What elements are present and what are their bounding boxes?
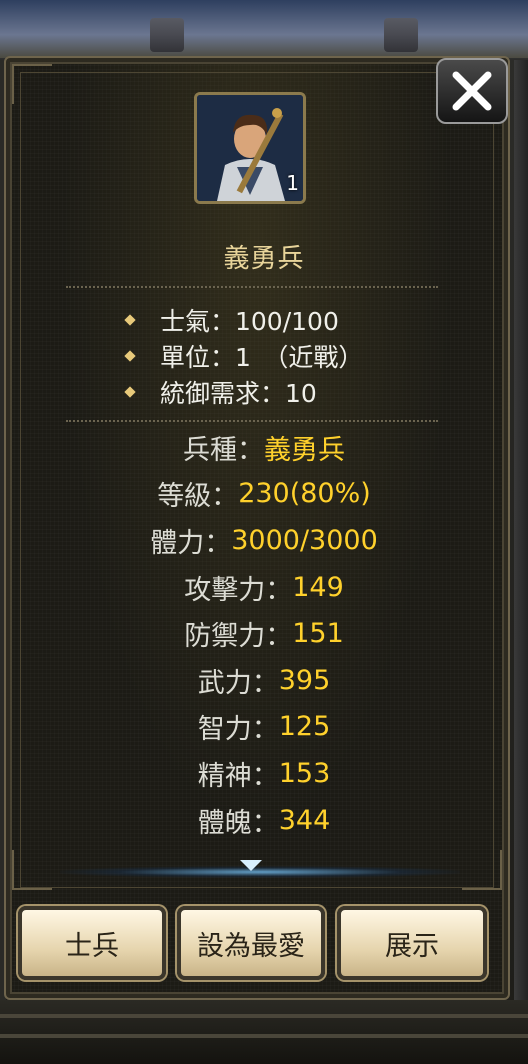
stat-row-level: 等級： 230(80%) [0,471,528,518]
unit-portrait: 1 [194,92,306,204]
stat-label: 防禦力： [184,621,293,653]
stat-value: 230(80%) [238,478,371,510]
diamond-bullet-icon [124,350,136,362]
stat-label: 體魄： [197,807,279,839]
stat-row-intelligence: 智力： 125 [0,704,528,751]
stat-row-attack: 攻擊力： 149 [0,564,528,611]
stat-value: 153 [278,757,331,789]
stat-label: 精神： [197,760,279,792]
info-morale-text: 士氣：100/100 [160,307,339,336]
close-icon [452,71,492,111]
divider [66,286,438,288]
stat-row-strength: 武力： 395 [0,657,528,704]
corner-ornament [12,850,52,890]
diamond-bullet-icon [124,314,136,326]
unit-name-title: 義勇兵 [223,244,305,274]
stat-row-type: 兵種： 義勇兵 [0,424,528,471]
stat-label: 兵種： [183,434,264,466]
info-unit-text: 單位：1 （近戰） [160,343,364,372]
corner-ornament [462,850,502,890]
stat-value: 125 [278,711,331,743]
stat-row-hp: 體力： 3000/3000 [0,517,528,564]
background-sky [0,0,528,58]
stat-row-spirit: 精神： 153 [0,750,528,797]
stat-value: 3000/3000 [231,524,378,556]
stat-label: 攻擊力： [184,574,293,606]
show-button[interactable]: 展示 [337,906,487,980]
stat-value: 344 [278,804,331,836]
soldier-button[interactable]: 士兵 [18,906,166,980]
stat-label: 等級： [157,481,239,513]
set-favorite-button[interactable]: 設為最愛 [177,906,325,980]
unit-info-list: 士氣：100/100 單位：1 （近戰） 統御需求：10 [120,302,450,410]
info-row-command: 統御需求：10 [120,374,450,410]
stat-label: 智力： [197,714,279,746]
stat-value: 149 [292,571,344,603]
background-banner-left [150,18,184,52]
stat-label: 武力： [197,667,279,699]
close-button[interactable] [436,58,508,124]
chevron-down-icon[interactable] [240,860,262,871]
diamond-bullet-icon [124,386,136,398]
info-row-unit: 單位：1 （近戰） [120,338,450,374]
stat-value: 395 [278,664,331,696]
stat-value: 義勇兵 [264,434,345,466]
info-row-morale: 士氣：100/100 [120,302,450,338]
stat-row-physique: 體魄： 344 [0,797,528,844]
stat-value: 151 [292,618,344,650]
stat-row-defense: 防禦力： 151 [0,610,528,657]
background-ground [0,1000,528,1064]
info-command-text: 統御需求：10 [160,379,317,408]
stat-label: 體力： [150,527,232,559]
unit-stats-list: 兵種： 義勇兵 等級： 230(80%) 體力： 3000/3000 攻擊力： 149 … [0,424,528,843]
corner-ornament [12,64,52,104]
portrait-level-badge: 1 [286,171,299,195]
background-banner-right [384,18,418,52]
divider [66,420,438,422]
